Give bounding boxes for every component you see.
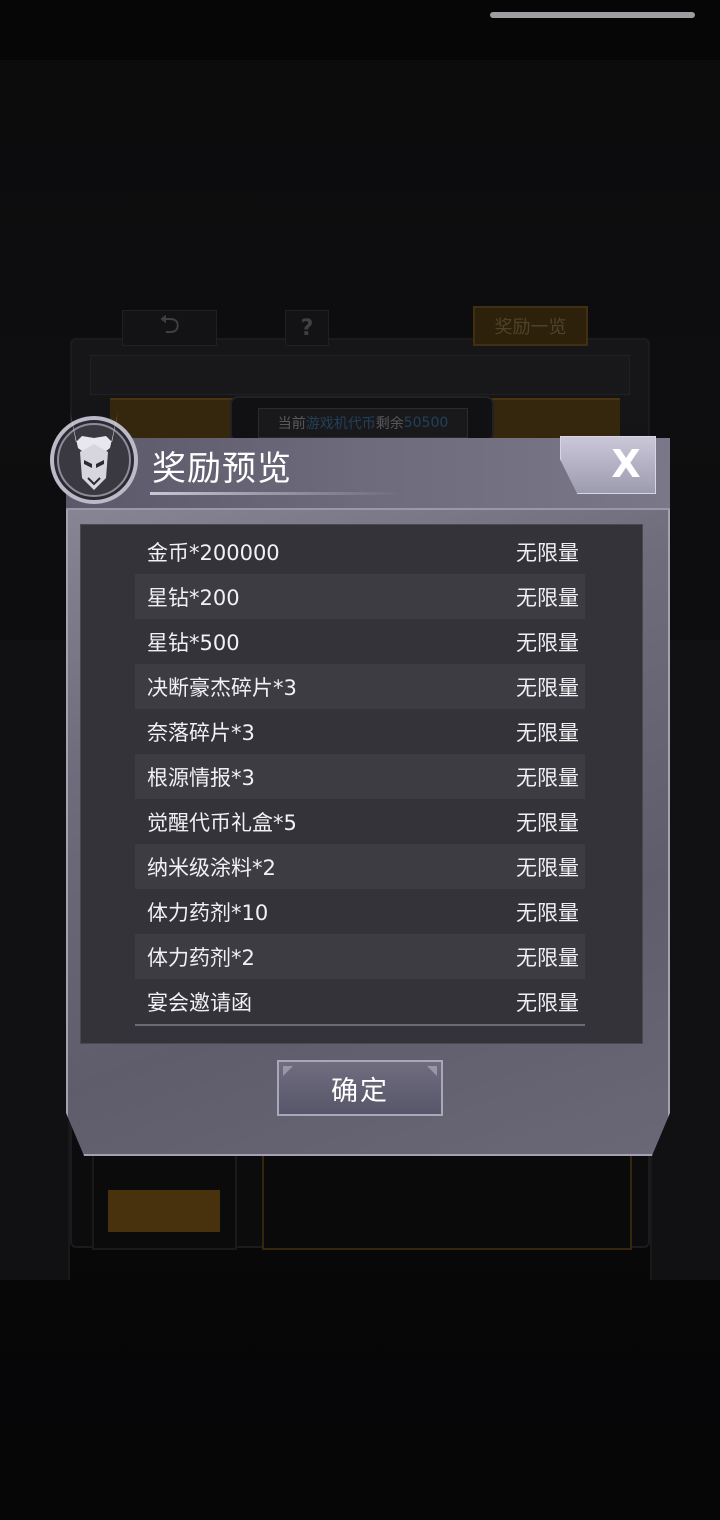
reward-row: 星钻*200 无限量 (135, 574, 585, 619)
reward-quantity: 无限量 (516, 585, 579, 610)
reward-quantity: 无限量 (516, 540, 579, 565)
dialog-title: 奖励预览 (152, 448, 292, 489)
reward-quantity: 无限量 (516, 990, 579, 1015)
reward-row: 觉醒代币礼盒*5 无限量 (135, 799, 585, 844)
confirm-label: 确定 (331, 1075, 389, 1107)
reward-name: 金币*200000 (147, 540, 280, 565)
reward-name: 体力药剂*2 (147, 945, 255, 970)
reward-name: 纳米级涂料*2 (147, 855, 276, 880)
reward-row: 根源情报*3 无限量 (135, 754, 585, 799)
reward-row: 奈落碎片*3 无限量 (135, 709, 585, 754)
reward-quantity: 无限量 (516, 900, 579, 925)
reward-name: 星钻*200 (147, 585, 240, 610)
reward-quantity: 无限量 (516, 855, 579, 880)
reward-name: 宴会邀请函 (147, 990, 252, 1015)
reward-quantity: 无限量 (516, 720, 579, 745)
close-button[interactable]: X (560, 436, 656, 494)
reward-name: 星钻*500 (147, 630, 240, 655)
button-corner-decoration (427, 1066, 437, 1076)
reward-row: 宴会邀请函 无限量 (135, 979, 585, 1024)
reward-list[interactable]: 金币*200000 无限量 星钻*200 无限量 星钻*500 无限量 决断豪杰… (135, 529, 585, 1024)
reward-name: 奈落碎片*3 (147, 720, 255, 745)
reward-name: 觉醒代币礼盒*5 (147, 810, 297, 835)
reward-row: 体力药剂*2 无限量 (135, 934, 585, 979)
reward-row: 星钻*500 无限量 (135, 619, 585, 664)
confirm-button[interactable]: 确定 (277, 1060, 443, 1116)
reward-quantity: 无限量 (516, 630, 579, 655)
reward-quantity: 无限量 (516, 675, 579, 700)
title-underline (150, 492, 400, 495)
mecha-emblem-icon (50, 412, 138, 504)
list-divider (135, 1024, 585, 1026)
reward-quantity: 无限量 (516, 810, 579, 835)
home-indicator (490, 12, 695, 18)
reward-row: 决断豪杰碎片*3 无限量 (135, 664, 585, 709)
close-icon: X (611, 442, 641, 486)
reward-row: 金币*200000 无限量 (135, 529, 585, 574)
reward-quantity: 无限量 (516, 945, 579, 970)
status-bar (0, 0, 720, 60)
reward-name: 决断豪杰碎片*3 (147, 675, 297, 700)
reward-name: 根源情报*3 (147, 765, 255, 790)
reward-row: 体力药剂*10 无限量 (135, 889, 585, 934)
reward-row: 纳米级涂料*2 无限量 (135, 844, 585, 889)
reward-name: 体力药剂*10 (147, 900, 269, 925)
button-corner-decoration (283, 1066, 293, 1076)
reward-quantity: 无限量 (516, 765, 579, 790)
